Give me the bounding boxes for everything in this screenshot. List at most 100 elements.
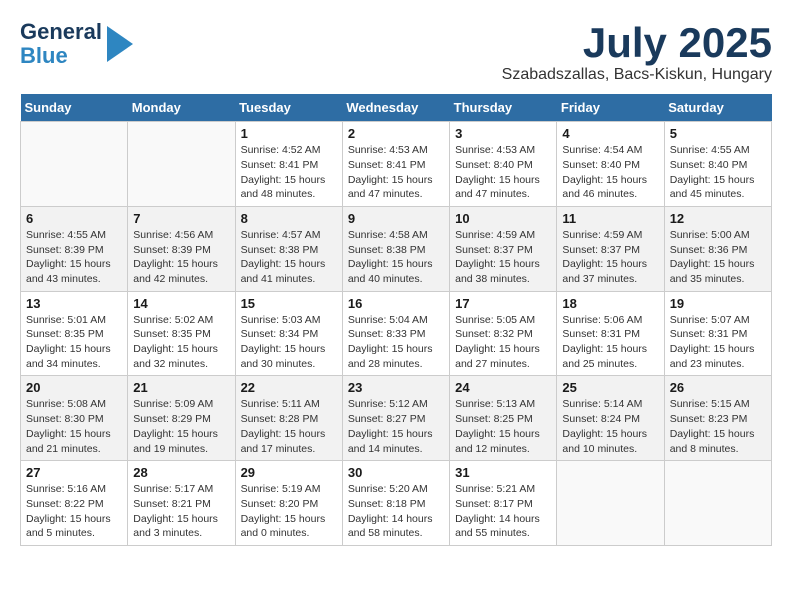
day-info: Sunrise: 4:55 AMSunset: 8:39 PMDaylight:… xyxy=(26,228,122,287)
day-info: Sunrise: 4:54 AMSunset: 8:40 PMDaylight:… xyxy=(562,143,658,202)
day-cell: 19 Sunrise: 5:07 AMSunset: 8:31 PMDayligh… xyxy=(664,291,771,376)
day-info: Sunrise: 5:03 AMSunset: 8:34 PMDaylight:… xyxy=(241,313,337,372)
day-number: 25 xyxy=(562,380,658,395)
week-row-5: 27 Sunrise: 5:16 AMSunset: 8:22 PMDayligh… xyxy=(21,461,772,546)
day-info: Sunrise: 5:14 AMSunset: 8:24 PMDaylight:… xyxy=(562,397,658,456)
day-cell: 23Sunrise: 5:12 AMSunset: 8:27 PMDayligh… xyxy=(342,376,449,461)
day-info: Sunrise: 5:20 AMSunset: 8:18 PMDaylight:… xyxy=(348,482,444,541)
day-number: 7 xyxy=(133,211,229,226)
logo-line1: General xyxy=(20,20,102,44)
day-info: Sunrise: 4:58 AMSunset: 8:38 PMDaylight:… xyxy=(348,228,444,287)
day-cell: 18 Sunrise: 5:06 AMSunset: 8:31 PMDayligh… xyxy=(557,291,664,376)
day-info: Sunrise: 5:19 AMSunset: 8:20 PMDaylight:… xyxy=(241,482,337,541)
day-cell: 20 Sunrise: 5:08 AMSunset: 8:30 PMDayligh… xyxy=(21,376,128,461)
day-info: Sunrise: 5:02 AMSunset: 8:35 PMDaylight:… xyxy=(133,313,229,372)
day-cell: 28 Sunrise: 5:17 AMSunset: 8:21 PMDayligh… xyxy=(128,461,235,546)
day-cell: 17 Sunrise: 5:05 AMSunset: 8:32 PMDayligh… xyxy=(450,291,557,376)
weekday-header-monday: Monday xyxy=(128,94,235,122)
day-cell: 29 Sunrise: 5:19 AMSunset: 8:20 PMDayligh… xyxy=(235,461,342,546)
day-info: Sunrise: 5:09 AMSunset: 8:29 PMDaylight:… xyxy=(133,397,229,456)
week-row-1: 1 Sunrise: 4:52 AMSunset: 8:41 PMDaylight… xyxy=(21,122,772,207)
day-info: Sunrise: 5:07 AMSunset: 8:31 PMDaylight:… xyxy=(670,313,766,372)
weekday-header-thursday: Thursday xyxy=(450,94,557,122)
weekday-header-sunday: Sunday xyxy=(21,94,128,122)
day-number: 28 xyxy=(133,465,229,480)
day-info: Sunrise: 5:06 AMSunset: 8:31 PMDaylight:… xyxy=(562,313,658,372)
day-cell: 4Sunrise: 4:54 AMSunset: 8:40 PMDaylight… xyxy=(557,122,664,207)
day-number: 13 xyxy=(26,296,122,311)
day-info: Sunrise: 5:00 AMSunset: 8:36 PMDaylight:… xyxy=(670,228,766,287)
day-cell: 24Sunrise: 5:13 AMSunset: 8:25 PMDayligh… xyxy=(450,376,557,461)
day-number: 20 xyxy=(26,380,122,395)
day-cell: 5Sunrise: 4:55 AMSunset: 8:40 PMDaylight… xyxy=(664,122,771,207)
day-cell: 13 Sunrise: 5:01 AMSunset: 8:35 PMDayligh… xyxy=(21,291,128,376)
day-cell: 21 Sunrise: 5:09 AMSunset: 8:29 PMDayligh… xyxy=(128,376,235,461)
day-number: 26 xyxy=(670,380,766,395)
day-number: 29 xyxy=(241,465,337,480)
day-info: Sunrise: 4:59 AMSunset: 8:37 PMDaylight:… xyxy=(562,228,658,287)
day-info: Sunrise: 5:21 AMSunset: 8:17 PMDaylight:… xyxy=(455,482,551,541)
day-number: 16 xyxy=(348,296,444,311)
day-info: Sunrise: 5:11 AMSunset: 8:28 PMDaylight:… xyxy=(241,397,337,456)
day-number: 24 xyxy=(455,380,551,395)
day-number: 14 xyxy=(133,296,229,311)
day-number: 1 xyxy=(241,126,337,141)
day-number: 10 xyxy=(455,211,551,226)
logo-line2: Blue xyxy=(20,44,102,68)
day-cell: 8Sunrise: 4:57 AMSunset: 8:38 PMDaylight… xyxy=(235,206,342,291)
day-cell: 6Sunrise: 4:55 AMSunset: 8:39 PMDaylight… xyxy=(21,206,128,291)
day-info: Sunrise: 5:05 AMSunset: 8:32 PMDaylight:… xyxy=(455,313,551,372)
day-info: Sunrise: 5:17 AMSunset: 8:21 PMDaylight:… xyxy=(133,482,229,541)
day-number: 11 xyxy=(562,211,658,226)
day-cell: 14 Sunrise: 5:02 AMSunset: 8:35 PMDayligh… xyxy=(128,291,235,376)
day-cell xyxy=(664,461,771,546)
day-info: Sunrise: 5:04 AMSunset: 8:33 PMDaylight:… xyxy=(348,313,444,372)
weekday-header-row: SundayMondayTuesdayWednesdayThursdayFrid… xyxy=(21,94,772,122)
day-number: 30 xyxy=(348,465,444,480)
weekday-header-tuesday: Tuesday xyxy=(235,94,342,122)
day-cell xyxy=(128,122,235,207)
location-subtitle: Szabadszallas, Bacs-Kiskun, Hungary xyxy=(502,66,772,84)
day-info: Sunrise: 5:12 AMSunset: 8:27 PMDaylight:… xyxy=(348,397,444,456)
day-info: Sunrise: 5:15 AMSunset: 8:23 PMDaylight:… xyxy=(670,397,766,456)
week-row-4: 20 Sunrise: 5:08 AMSunset: 8:30 PMDayligh… xyxy=(21,376,772,461)
day-number: 12 xyxy=(670,211,766,226)
day-number: 27 xyxy=(26,465,122,480)
day-cell: 27 Sunrise: 5:16 AMSunset: 8:22 PMDayligh… xyxy=(21,461,128,546)
day-cell: 30 Sunrise: 5:20 AMSunset: 8:18 PMDayligh… xyxy=(342,461,449,546)
day-cell: 22 Sunrise: 5:11 AMSunset: 8:28 PMDayligh… xyxy=(235,376,342,461)
day-cell xyxy=(21,122,128,207)
day-number: 9 xyxy=(348,211,444,226)
day-number: 5 xyxy=(670,126,766,141)
day-number: 18 xyxy=(562,296,658,311)
day-cell: 12 Sunrise: 5:00 AMSunset: 8:36 PMDayligh… xyxy=(664,206,771,291)
weekday-header-wednesday: Wednesday xyxy=(342,94,449,122)
day-cell: 10 Sunrise: 4:59 AMSunset: 8:37 PMDayligh… xyxy=(450,206,557,291)
day-number: 17 xyxy=(455,296,551,311)
day-info: Sunrise: 5:08 AMSunset: 8:30 PMDaylight:… xyxy=(26,397,122,456)
day-cell: 15Sunrise: 5:03 AMSunset: 8:34 PMDayligh… xyxy=(235,291,342,376)
day-info: Sunrise: 4:52 AMSunset: 8:41 PMDaylight:… xyxy=(241,143,337,202)
day-info: Sunrise: 5:16 AMSunset: 8:22 PMDaylight:… xyxy=(26,482,122,541)
month-title: July 2025 xyxy=(502,20,772,66)
week-row-3: 13 Sunrise: 5:01 AMSunset: 8:35 PMDayligh… xyxy=(21,291,772,376)
day-info: Sunrise: 4:57 AMSunset: 8:38 PMDaylight:… xyxy=(241,228,337,287)
day-cell: 9 Sunrise: 4:58 AMSunset: 8:38 PMDaylight… xyxy=(342,206,449,291)
day-number: 22 xyxy=(241,380,337,395)
title-block: July 2025 Szabadszallas, Bacs-Kiskun, Hu… xyxy=(502,20,772,84)
day-info: Sunrise: 5:01 AMSunset: 8:35 PMDaylight:… xyxy=(26,313,122,372)
logo: General Blue xyxy=(20,20,133,68)
day-cell: 26 Sunrise: 5:15 AMSunset: 8:23 PMDayligh… xyxy=(664,376,771,461)
day-number: 19 xyxy=(670,296,766,311)
day-info: Sunrise: 4:59 AMSunset: 8:37 PMDaylight:… xyxy=(455,228,551,287)
day-cell: 2Sunrise: 4:53 AMSunset: 8:41 PMDaylight… xyxy=(342,122,449,207)
day-number: 3 xyxy=(455,126,551,141)
day-number: 21 xyxy=(133,380,229,395)
day-cell xyxy=(557,461,664,546)
day-number: 31 xyxy=(455,465,551,480)
day-cell: 1 Sunrise: 4:52 AMSunset: 8:41 PMDaylight… xyxy=(235,122,342,207)
day-cell: 11 Sunrise: 4:59 AMSunset: 8:37 PMDayligh… xyxy=(557,206,664,291)
week-row-2: 6Sunrise: 4:55 AMSunset: 8:39 PMDaylight… xyxy=(21,206,772,291)
page-header: General Blue July 2025 Szabadszallas, Ba… xyxy=(20,20,772,84)
day-info: Sunrise: 4:56 AMSunset: 8:39 PMDaylight:… xyxy=(133,228,229,287)
